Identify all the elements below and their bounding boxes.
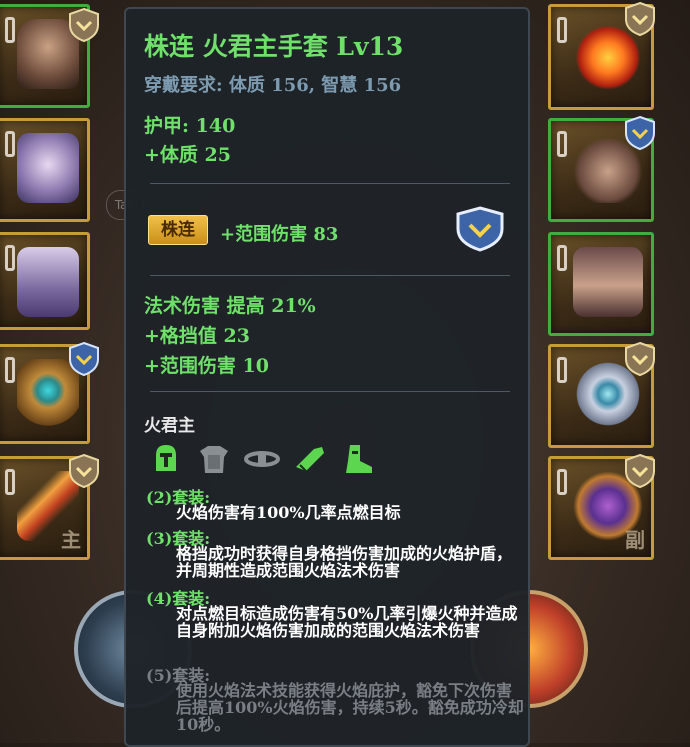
lock-icon [5,245,15,271]
set-gloves-icon [296,447,324,472]
boots-slot[interactable] [548,232,654,336]
quality-shield-icon [625,115,655,151]
weapon-main-slot[interactable]: 主 [0,453,99,560]
lock-icon [557,469,567,495]
lock-icon [557,245,567,271]
wear-requirement: 穿戴要求: 体质 156, 智慧 156 [144,75,402,96]
set-boots-icon [346,445,372,473]
legs-slot[interactable] [0,232,90,330]
lock-icon [5,17,15,43]
lock-icon [5,469,15,495]
gem-stat: +范围伤害 83 [220,224,339,245]
set-helmet-icon [156,445,176,471]
lock-icon [557,357,567,383]
gloves-slot[interactable] [548,115,655,222]
quality-shield-icon [69,341,99,377]
offhand-slot[interactable]: 副 [548,453,655,560]
block-value-stat: +格挡值 23 [144,325,250,347]
armor-stat: 护甲: 140 [144,115,236,137]
gem-shield-icon [456,206,504,252]
chest-armor-icon [17,133,79,203]
amulet-slot[interactable] [548,1,655,110]
quality-shield-icon [625,341,655,377]
constitution-stat: +体质 25 [144,144,231,166]
divider [150,183,510,184]
set-pieces [148,441,376,477]
set-name: 火君主 [144,416,195,436]
off-hand-label: 副 [625,528,645,552]
set-bonus-2-text: 火焰伤害有100%几率点燃目标 [176,503,401,522]
spell-damage-stat: 法术伤害 提高 21% [144,295,316,317]
quality-shield-icon [69,7,99,43]
lock-icon [557,131,567,157]
quality-shield-icon [625,453,655,489]
divider [150,391,510,392]
set-belt-icon [244,451,280,467]
set-bonus-4-text: 对点燃目标造成伤害有50%几率引爆火种并造成自身附加火焰伤害加成的范围火焰法术伤… [176,604,518,640]
item-title: 株连 火君主手套 Lv13 [144,32,404,61]
ring-slot-left[interactable] [0,341,99,444]
helmet-slot[interactable] [0,4,99,108]
set-bonus-3-text: 格挡成功时获得自身格挡伤害加成的火焰护盾，并周期性造成范围火焰法术伤害 [176,544,513,580]
set-bonus-5-text: 使用火焰法术技能获得火焰庇护，豁免下次伤害后提高100%火焰伤害，持续5秒。豁免… [176,681,524,734]
set-chest-icon [200,446,228,473]
leg-armor-icon [17,247,79,317]
quality-shield-icon [69,453,99,489]
quality-shield-icon [625,1,655,37]
chest-slot[interactable] [0,118,90,222]
lock-icon [5,131,15,157]
ring-slot-right[interactable] [548,341,655,448]
lock-icon [5,357,15,383]
gem-badge: 株连 [148,215,208,245]
main-hand-label: 主 [61,528,81,552]
divider [150,275,510,276]
area-damage-stat: +范围伤害 10 [144,355,269,377]
boots-icon [573,247,643,317]
item-tooltip: 株连 火君主手套 Lv13 穿戴要求: 体质 156, 智慧 156 护甲: 1… [124,7,530,747]
lock-icon [557,17,567,43]
